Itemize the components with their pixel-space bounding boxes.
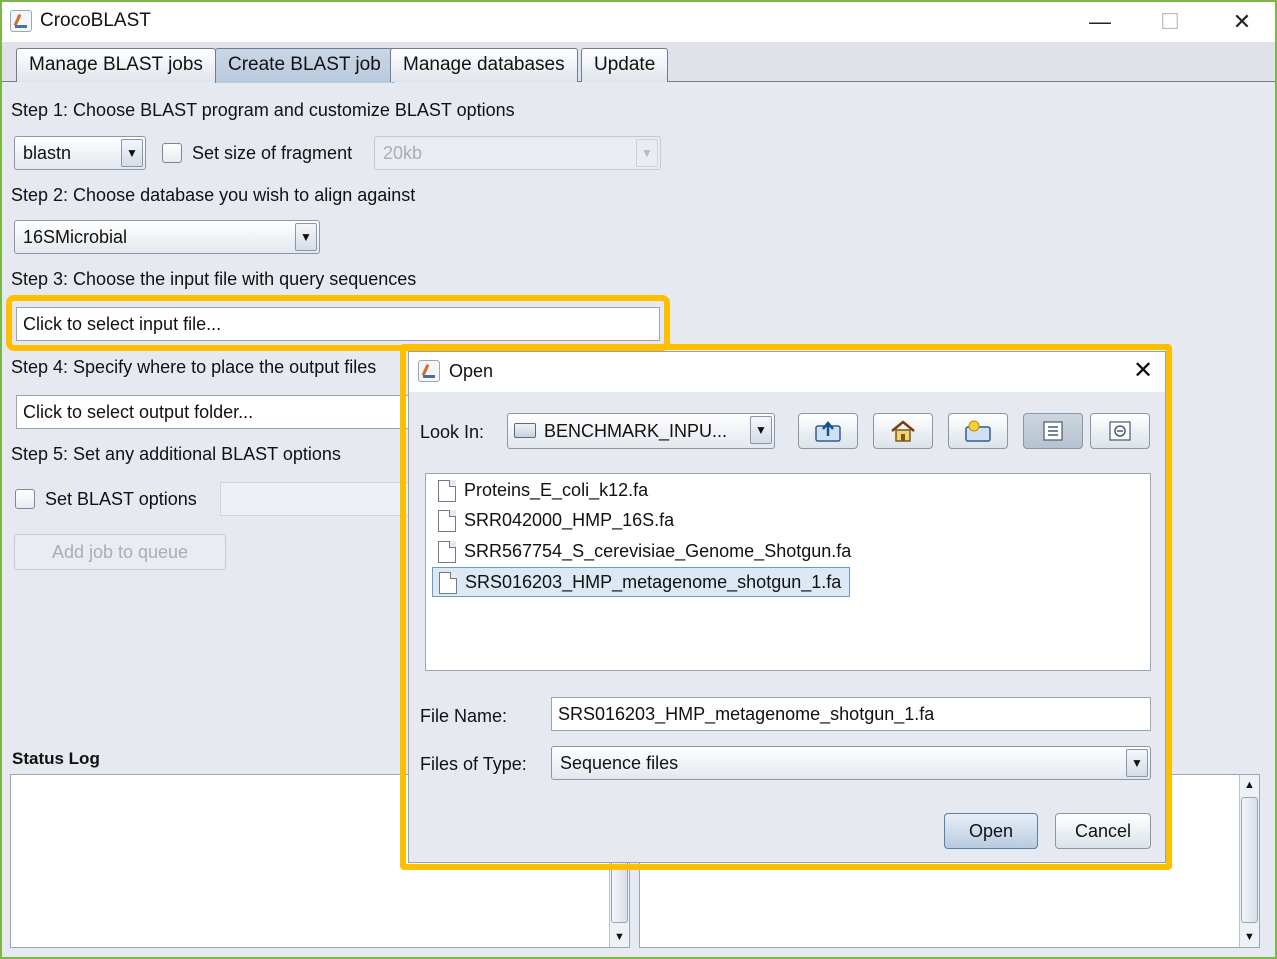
open-button[interactable]: Open bbox=[944, 813, 1038, 849]
tab-create-blast-job[interactable]: Create BLAST job bbox=[215, 48, 394, 83]
details-view-icon bbox=[1109, 421, 1131, 441]
output-folder-field[interactable]: Click to select output folder... bbox=[16, 395, 416, 429]
blast-options-checkbox[interactable] bbox=[15, 489, 35, 509]
tab-update[interactable]: Update bbox=[581, 48, 669, 82]
fragment-size-value: 20kb bbox=[383, 143, 423, 163]
fragment-size-checkbox[interactable] bbox=[162, 143, 182, 163]
step1-label: Step 1: Choose BLAST program and customi… bbox=[11, 100, 515, 120]
scroll-down-icon[interactable]: ▼ bbox=[610, 927, 629, 947]
home-button[interactable] bbox=[873, 413, 933, 449]
tab-manage-databases[interactable]: Manage databases bbox=[390, 48, 578, 82]
details-view-button[interactable] bbox=[1090, 413, 1150, 449]
look-in-label: Look In: bbox=[420, 422, 485, 442]
dialog-close-button[interactable]: ✕ bbox=[1125, 356, 1161, 386]
folder-icon bbox=[514, 423, 536, 438]
blast-program-value: blastn bbox=[23, 143, 72, 163]
home-icon bbox=[891, 420, 915, 442]
close-button[interactable]: ✕ bbox=[1224, 8, 1260, 36]
java-app-icon bbox=[418, 360, 440, 382]
chevron-down-icon: ▼ bbox=[1126, 749, 1148, 777]
scrollbar-right[interactable]: ▲ ▼ bbox=[1239, 775, 1259, 947]
window-title: CrocoBLAST bbox=[40, 10, 151, 31]
step2-label: Step 2: Choose database you wish to alig… bbox=[11, 185, 416, 205]
file-name-label: File Name: bbox=[420, 706, 508, 726]
file-icon bbox=[438, 510, 456, 532]
file-icon bbox=[439, 572, 457, 594]
chevron-down-icon: ▼ bbox=[295, 223, 317, 251]
files-of-type-label: Files of Type: bbox=[420, 754, 527, 774]
scroll-down-icon[interactable]: ▼ bbox=[1240, 927, 1259, 947]
dialog-title-bar: Open ✕ bbox=[409, 352, 1165, 392]
files-of-type-value: Sequence files bbox=[560, 753, 679, 773]
dialog-title: Open bbox=[449, 361, 494, 381]
chevron-down-icon: ▼ bbox=[121, 139, 143, 167]
main-window: CrocoBLAST — ☐ ✕ Manage BLAST jobs Creat… bbox=[0, 0, 1277, 959]
look-in-value: BENCHMARK_INPU... bbox=[544, 421, 728, 441]
cancel-button[interactable]: Cancel bbox=[1055, 813, 1151, 849]
add-job-button[interactable]: Add job to queue bbox=[14, 534, 226, 570]
tab-manage-blast-jobs[interactable]: Manage BLAST jobs bbox=[16, 48, 216, 82]
file-item[interactable]: SRR042000_HMP_16S.fa bbox=[432, 506, 682, 536]
look-in-select[interactable]: BENCHMARK_INPU... ▼ bbox=[507, 413, 775, 449]
blast-program-select[interactable]: blastn ▼ bbox=[14, 136, 146, 170]
database-value: 16SMicrobial bbox=[23, 227, 128, 247]
file-name: SRS016203_HMP_metagenome_shotgun_1.fa bbox=[465, 572, 842, 592]
file-item[interactable]: Proteins_E_coli_k12.fa bbox=[432, 476, 656, 506]
step5-label: Step 5: Set any additional BLAST options bbox=[11, 444, 341, 464]
scroll-thumb[interactable] bbox=[1241, 797, 1258, 923]
minimize-button[interactable]: — bbox=[1082, 8, 1118, 36]
file-name: SRR042000_HMP_16S.fa bbox=[464, 510, 675, 530]
chevron-down-icon: ▼ bbox=[750, 416, 772, 444]
file-icon bbox=[438, 541, 456, 563]
list-view-icon bbox=[1043, 421, 1063, 441]
file-name-input[interactable]: SRS016203_HMP_metagenome_shotgun_1.fa bbox=[551, 697, 1151, 731]
input-file-field[interactable]: Click to select input file... bbox=[16, 307, 660, 341]
step4-label: Step 4: Specify where to place the outpu… bbox=[11, 357, 377, 377]
title-bar: CrocoBLAST — ☐ ✕ bbox=[2, 2, 1275, 42]
new-folder-button[interactable] bbox=[948, 413, 1008, 449]
list-view-button[interactable] bbox=[1023, 413, 1083, 449]
blast-options-field[interactable] bbox=[220, 482, 420, 516]
fragment-size-select[interactable]: 20kb ▼ bbox=[374, 136, 661, 170]
file-item-selected[interactable]: SRS016203_HMP_metagenome_shotgun_1.fa bbox=[432, 567, 851, 597]
open-dialog: Open ✕ Look In: BENCHMARK_INPU... ▼ Prot… bbox=[408, 351, 1166, 863]
new-folder-icon bbox=[965, 420, 991, 442]
up-folder-button[interactable] bbox=[798, 413, 858, 449]
up-folder-icon bbox=[815, 421, 841, 442]
files-of-type-select[interactable]: Sequence files ▼ bbox=[551, 746, 1151, 780]
file-item[interactable]: SRR567754_S_cerevisiae_Genome_Shotgun.fa bbox=[432, 537, 859, 567]
tab-bar: Manage BLAST jobs Create BLAST job Manag… bbox=[2, 42, 1275, 83]
file-name: Proteins_E_coli_k12.fa bbox=[464, 480, 649, 500]
step3-label: Step 3: Choose the input file with query… bbox=[11, 269, 417, 289]
java-app-icon bbox=[10, 10, 32, 32]
status-log-label: Status Log bbox=[12, 749, 100, 768]
file-icon bbox=[438, 480, 456, 502]
chevron-down-icon: ▼ bbox=[636, 139, 658, 167]
blast-options-label: Set BLAST options bbox=[45, 489, 197, 509]
database-select[interactable]: 16SMicrobial ▼ bbox=[14, 220, 320, 254]
file-list[interactable]: Proteins_E_coli_k12.fa SRR042000_HMP_16S… bbox=[425, 473, 1151, 671]
maximize-button[interactable]: ☐ bbox=[1152, 8, 1188, 36]
fragment-size-label: Set size of fragment bbox=[192, 143, 353, 163]
scroll-up-icon[interactable]: ▲ bbox=[1240, 775, 1259, 795]
file-name: SRR567754_S_cerevisiae_Genome_Shotgun.fa bbox=[464, 541, 852, 561]
